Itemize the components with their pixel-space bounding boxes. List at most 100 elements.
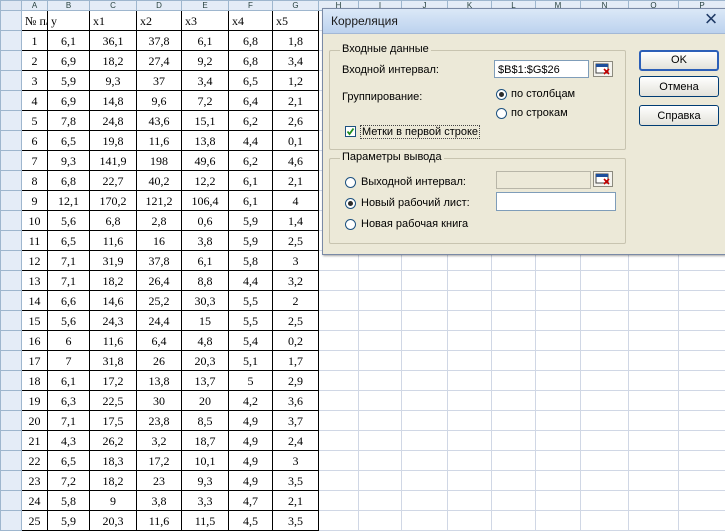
empty-cell[interactable]: [319, 311, 359, 331]
row-header[interactable]: [1, 331, 22, 351]
table-cell[interactable]: 2,1: [273, 491, 319, 511]
table-cell[interactable]: 20: [22, 411, 48, 431]
table-cell[interactable]: 27,4: [137, 51, 182, 71]
column-header[interactable]: A: [22, 1, 48, 11]
empty-cell[interactable]: [536, 311, 581, 331]
table-cell[interactable]: 18,2: [90, 51, 137, 71]
empty-cell[interactable]: [679, 471, 725, 491]
empty-cell[interactable]: [402, 271, 448, 291]
table-cell[interactable]: 40,2: [137, 171, 182, 191]
table-cell[interactable]: 14,6: [90, 291, 137, 311]
empty-cell[interactable]: [319, 371, 359, 391]
table-cell[interactable]: 121,2: [137, 191, 182, 211]
table-cell[interactable]: 10,1: [182, 451, 229, 471]
empty-cell[interactable]: [629, 271, 679, 291]
table-cell[interactable]: 2,8: [137, 211, 182, 231]
table-cell[interactable]: 7,2: [48, 471, 90, 491]
table-cell[interactable]: 4: [22, 91, 48, 111]
empty-cell[interactable]: [629, 451, 679, 471]
table-cell[interactable]: 26,2: [90, 431, 137, 451]
table-cell[interactable]: 6,1: [229, 171, 273, 191]
select-all-corner[interactable]: [1, 1, 22, 11]
row-header[interactable]: [1, 471, 22, 491]
table-cell[interactable]: 6,6: [48, 291, 90, 311]
table-cell[interactable]: 17,5: [90, 411, 137, 431]
table-cell[interactable]: 4,4: [229, 271, 273, 291]
table-cell[interactable]: 11,6: [90, 331, 137, 351]
row-header[interactable]: [1, 251, 22, 271]
empty-cell[interactable]: [402, 391, 448, 411]
table-cell[interactable]: 19,8: [90, 131, 137, 151]
empty-cell[interactable]: [679, 451, 725, 471]
empty-cell[interactable]: [492, 471, 536, 491]
table-cell[interactable]: 3,5: [273, 511, 319, 531]
row-header[interactable]: [1, 491, 22, 511]
table-cell[interactable]: 1,8: [273, 31, 319, 51]
table-cell[interactable]: 141,9: [90, 151, 137, 171]
empty-cell[interactable]: [581, 331, 629, 351]
empty-cell[interactable]: [492, 331, 536, 351]
empty-cell[interactable]: [402, 291, 448, 311]
row-header[interactable]: [1, 91, 22, 111]
table-cell[interactable]: 1: [22, 31, 48, 51]
empty-cell[interactable]: [402, 431, 448, 451]
output-range-select-icon[interactable]: [593, 171, 613, 187]
table-cell[interactable]: 9: [22, 191, 48, 211]
table-cell[interactable]: 198: [137, 151, 182, 171]
empty-cell[interactable]: [536, 491, 581, 511]
row-header[interactable]: [1, 451, 22, 471]
empty-cell[interactable]: [536, 331, 581, 351]
empty-cell[interactable]: [679, 351, 725, 371]
row-header[interactable]: [1, 151, 22, 171]
table-cell[interactable]: 2: [22, 51, 48, 71]
empty-cell[interactable]: [629, 511, 679, 531]
empty-cell[interactable]: [629, 331, 679, 351]
table-cell[interactable]: 9: [90, 491, 137, 511]
table-cell[interactable]: 9,3: [90, 71, 137, 91]
by-rows-radio[interactable]: [496, 108, 507, 119]
table-cell[interactable]: 18,3: [90, 451, 137, 471]
table-cell[interactable]: 24,3: [90, 311, 137, 331]
table-cell[interactable]: 5,6: [48, 211, 90, 231]
by-columns-radio[interactable]: [496, 89, 507, 100]
empty-cell[interactable]: [319, 331, 359, 351]
empty-cell[interactable]: [492, 491, 536, 511]
table-cell[interactable]: 6: [22, 131, 48, 151]
table-header-cell[interactable]: x4: [229, 11, 273, 31]
empty-cell[interactable]: [492, 291, 536, 311]
empty-cell[interactable]: [359, 351, 402, 371]
table-cell[interactable]: 37,8: [137, 31, 182, 51]
table-cell[interactable]: 3,8: [137, 491, 182, 511]
table-cell[interactable]: 5: [22, 111, 48, 131]
empty-cell[interactable]: [679, 371, 725, 391]
empty-cell[interactable]: [492, 351, 536, 371]
table-cell[interactable]: 3,7: [273, 411, 319, 431]
table-cell[interactable]: 3,4: [182, 71, 229, 91]
table-cell[interactable]: 7,1: [48, 251, 90, 271]
table-cell[interactable]: 6,5: [48, 451, 90, 471]
table-cell[interactable]: 7,2: [182, 91, 229, 111]
table-cell[interactable]: 15,1: [182, 111, 229, 131]
table-cell[interactable]: 5,9: [48, 71, 90, 91]
table-cell[interactable]: 7,1: [48, 271, 90, 291]
empty-cell[interactable]: [359, 271, 402, 291]
empty-cell[interactable]: [536, 471, 581, 491]
empty-cell[interactable]: [629, 291, 679, 311]
empty-cell[interactable]: [536, 451, 581, 471]
table-cell[interactable]: 6,2: [229, 111, 273, 131]
table-cell[interactable]: 14: [22, 291, 48, 311]
table-cell[interactable]: 31,8: [90, 351, 137, 371]
table-cell[interactable]: 1,4: [273, 211, 319, 231]
empty-cell[interactable]: [359, 411, 402, 431]
table-cell[interactable]: 16: [137, 231, 182, 251]
empty-cell[interactable]: [492, 271, 536, 291]
empty-cell[interactable]: [629, 351, 679, 371]
table-cell[interactable]: 1,7: [273, 351, 319, 371]
empty-cell[interactable]: [629, 491, 679, 511]
table-cell[interactable]: 6,9: [48, 91, 90, 111]
table-cell[interactable]: 22,7: [90, 171, 137, 191]
empty-cell[interactable]: [492, 511, 536, 531]
table-cell[interactable]: 12,1: [48, 191, 90, 211]
empty-cell[interactable]: [319, 471, 359, 491]
empty-cell[interactable]: [492, 391, 536, 411]
